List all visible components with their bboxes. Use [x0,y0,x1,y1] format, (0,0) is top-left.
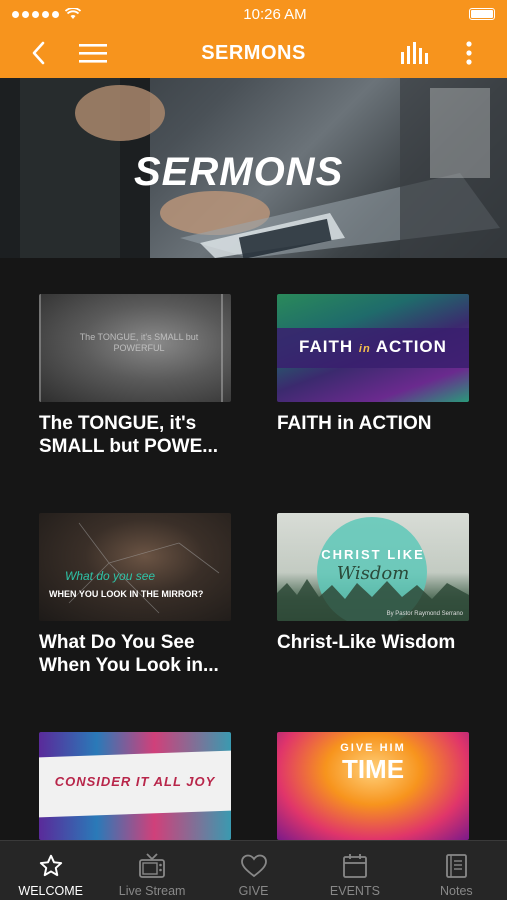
tab-events[interactable]: EVENTS [304,841,405,900]
signal-area [12,8,81,20]
notes-icon [443,850,469,882]
back-button[interactable] [16,28,60,78]
sermon-thumbnail: The TONGUE, it's SMALL but POWERFUL [39,294,231,402]
nav-bar: SERMONS [0,28,507,78]
chevron-left-icon [32,41,45,65]
sermon-title: FAITH in ACTION [277,413,432,434]
status-time: 10:26 AM [243,5,307,23]
hamburger-icon [79,44,107,63]
thumbnail-caption: GIVE HIM [340,742,406,754]
more-options-button[interactable] [447,28,491,78]
audio-bars-icon [401,42,428,64]
battery-icon [468,8,495,20]
tab-notes[interactable]: Notes [406,841,507,900]
tab-label: Live Stream [118,884,186,898]
thumbnail-caption: WHEN YOU LOOK IN THE MIRROR? [49,589,204,599]
tab-label: Notes [440,884,473,898]
calendar-icon [342,850,368,882]
thumbnail-caption: CONSIDER IT ALL JOY [54,774,216,789]
thumbnail-caption: What do you see [65,569,156,583]
signal-strength-icon [12,10,59,18]
sermon-thumbnail: GIVE HIM TIME [277,732,469,840]
tab-label: WELCOME [18,884,83,898]
thumbnail-caption: By Pastor Raymond Serrano [386,611,463,617]
wifi-icon [65,8,81,19]
sermon-thumbnail: CONSIDER IT ALL JOY [39,732,231,840]
thumbnail-caption: Wisdom [336,563,410,584]
sermon-thumbnail: What do you see WHEN YOU LOOK IN THE MIR… [39,513,231,621]
thumbnail-caption: CHRIST LIKE [321,547,425,562]
heart-icon [240,850,268,882]
thumbnail-caption: FAITH [299,337,354,356]
sermon-title: What Do You See When You Look in... [39,632,219,676]
tab-bar: WELCOME Live Stream GIVE EVENTS Notes [0,840,507,900]
sermon-card[interactable]: What do you see WHEN YOU LOOK IN THE MIR… [39,513,231,677]
menu-button[interactable] [71,28,115,78]
status-bar: 10:26 AM [0,0,507,28]
sermon-title: The TONGUE, it's SMALL but POWE... [39,413,219,457]
thumbnail-caption: The TONGUE, it's SMALL but POWERFUL [79,332,199,353]
star-icon [38,850,64,882]
sermon-card[interactable]: The TONGUE, it's SMALL but POWERFUL The … [39,294,231,458]
more-vertical-icon [466,41,472,65]
thumbnail-caption: TIME [341,754,405,784]
sermon-thumbnail: FAITH in ACTION [277,294,469,402]
thumbnail-caption: in [358,343,371,355]
cracked-glass-pattern [68,522,220,614]
sermon-card[interactable]: FAITH in ACTION FAITH in ACTION [277,294,469,435]
tab-label: EVENTS [329,884,380,898]
tab-label: GIVE [238,884,269,898]
tab-give[interactable]: GIVE [203,841,304,900]
tv-icon [138,850,166,882]
sermon-grid: The TONGUE, it's SMALL but POWERFUL The … [0,258,507,840]
tab-live-stream[interactable]: Live Stream [101,841,202,900]
hero-banner: SERMONS [0,78,507,258]
hero-title: SERMONS [122,150,362,195]
sermon-card[interactable]: GIVE HIM TIME [277,732,469,840]
sermon-card[interactable]: CHRIST LIKE Wisdom By Pastor Raymond Ser… [277,513,469,654]
sermon-title: Christ-Like Wisdom [277,632,456,653]
sermon-thumbnail: CHRIST LIKE Wisdom By Pastor Raymond Ser… [277,513,469,621]
sermon-card[interactable]: CONSIDER IT ALL JOY [39,732,231,840]
thumbnail-caption: ACTION [375,337,447,356]
audio-button[interactable] [393,28,437,78]
tab-welcome[interactable]: WELCOME [0,841,101,900]
